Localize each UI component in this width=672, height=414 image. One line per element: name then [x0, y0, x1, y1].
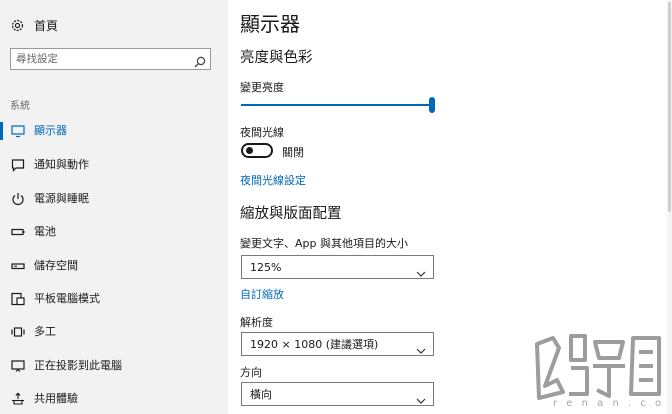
orientation-dropdown[interactable]: 橫向: [241, 382, 434, 406]
sidebar-item-label: 共用體驗: [34, 392, 78, 405]
sidebar-item-tablet-mode[interactable]: 平板電腦模式: [0, 286, 228, 312]
night-light-settings-link[interactable]: 夜間光線設定: [240, 172, 306, 188]
orientation-value: 橫向: [250, 388, 272, 401]
scale-dropdown[interactable]: 125%: [241, 255, 434, 279]
night-light-toggle[interactable]: [241, 143, 273, 158]
scale-layout-heading: 縮放與版面配置: [240, 206, 342, 222]
search-icon[interactable]: [194, 53, 206, 68]
page-title: 顯示器: [240, 12, 300, 36]
sidebar-item-label: 正在投影到此電腦: [34, 359, 122, 372]
notification-icon: [10, 157, 26, 173]
settings-search-box[interactable]: [10, 48, 211, 70]
sidebar-item-power-sleep[interactable]: 電源與睡眠: [0, 186, 228, 212]
svg-text:r e n a n . c o m: r e n a n . c o m: [553, 398, 664, 408]
battery-icon: [10, 224, 26, 240]
sidebar-item-battery[interactable]: 電池: [0, 219, 228, 245]
sidebar-item-label: 電源與睡眠: [34, 192, 89, 205]
toggle-knob: [246, 147, 253, 154]
resolution-dropdown[interactable]: 1920 × 1080 (建議選項): [241, 332, 434, 356]
sidebar-item-projecting[interactable]: 正在投影到此電腦: [0, 353, 228, 379]
chevron-down-icon: [416, 340, 426, 354]
sidebar-item-storage[interactable]: 儲存空間: [0, 253, 228, 279]
gear-icon: [8, 16, 26, 34]
home-nav-item[interactable]: 首頁: [8, 14, 58, 36]
watermark-logo: r e n a n . c o m: [531, 324, 672, 409]
sidebar-item-label: 多工: [34, 325, 56, 338]
night-light-label: 夜間光線: [240, 126, 284, 139]
shared-experiences-icon: [10, 391, 26, 407]
power-icon: [10, 191, 26, 207]
monitor-icon: [10, 123, 26, 139]
sidebar-item-notifications[interactable]: 通知與動作: [0, 152, 228, 178]
orientation-label: 方向: [240, 366, 262, 379]
slider-thumb[interactable]: [429, 97, 435, 113]
storage-icon: [10, 258, 26, 274]
sidebar-item-display[interactable]: 顯示器: [0, 118, 228, 144]
sidebar-item-label: 電池: [34, 225, 56, 238]
scale-label: 變更文字、App 與其他項目的大小: [240, 237, 408, 250]
home-label: 首頁: [34, 18, 59, 33]
brightness-color-heading: 亮度與色彩: [240, 50, 313, 66]
sidebar-item-label: 顯示器: [34, 124, 67, 137]
resolution-value: 1920 × 1080 (建議選項): [250, 338, 379, 351]
sidebar-item-label: 平板電腦模式: [34, 292, 100, 305]
sidebar: 首頁 系統 顯示器 通知與動作 電源與睡眠 電池: [0, 0, 228, 414]
custom-scaling-link[interactable]: 自訂縮放: [240, 286, 284, 302]
active-indicator: [0, 122, 3, 140]
sidebar-item-label: 儲存空間: [34, 259, 78, 272]
slider-track: [241, 104, 431, 106]
multitasking-icon: [10, 324, 26, 340]
brightness-label: 變更亮度: [240, 81, 284, 94]
chevron-down-icon: [416, 390, 426, 404]
brightness-slider[interactable]: [241, 97, 436, 113]
section-label-system: 系統: [10, 101, 30, 112]
sidebar-item-label: 通知與動作: [34, 158, 89, 171]
projecting-icon: [10, 358, 26, 374]
night-light-state: 關閉: [282, 146, 304, 159]
search-input[interactable]: [16, 51, 186, 67]
scale-value: 125%: [250, 261, 282, 274]
sidebar-item-shared-experiences[interactable]: 共用體驗: [0, 386, 228, 412]
chevron-down-icon: [416, 263, 426, 277]
tablet-mode-icon: [10, 291, 26, 307]
scrollbar-thumb[interactable]: [668, 2, 671, 212]
sidebar-item-multitasking[interactable]: 多工: [0, 319, 228, 345]
resolution-label: 解析度: [240, 316, 273, 329]
